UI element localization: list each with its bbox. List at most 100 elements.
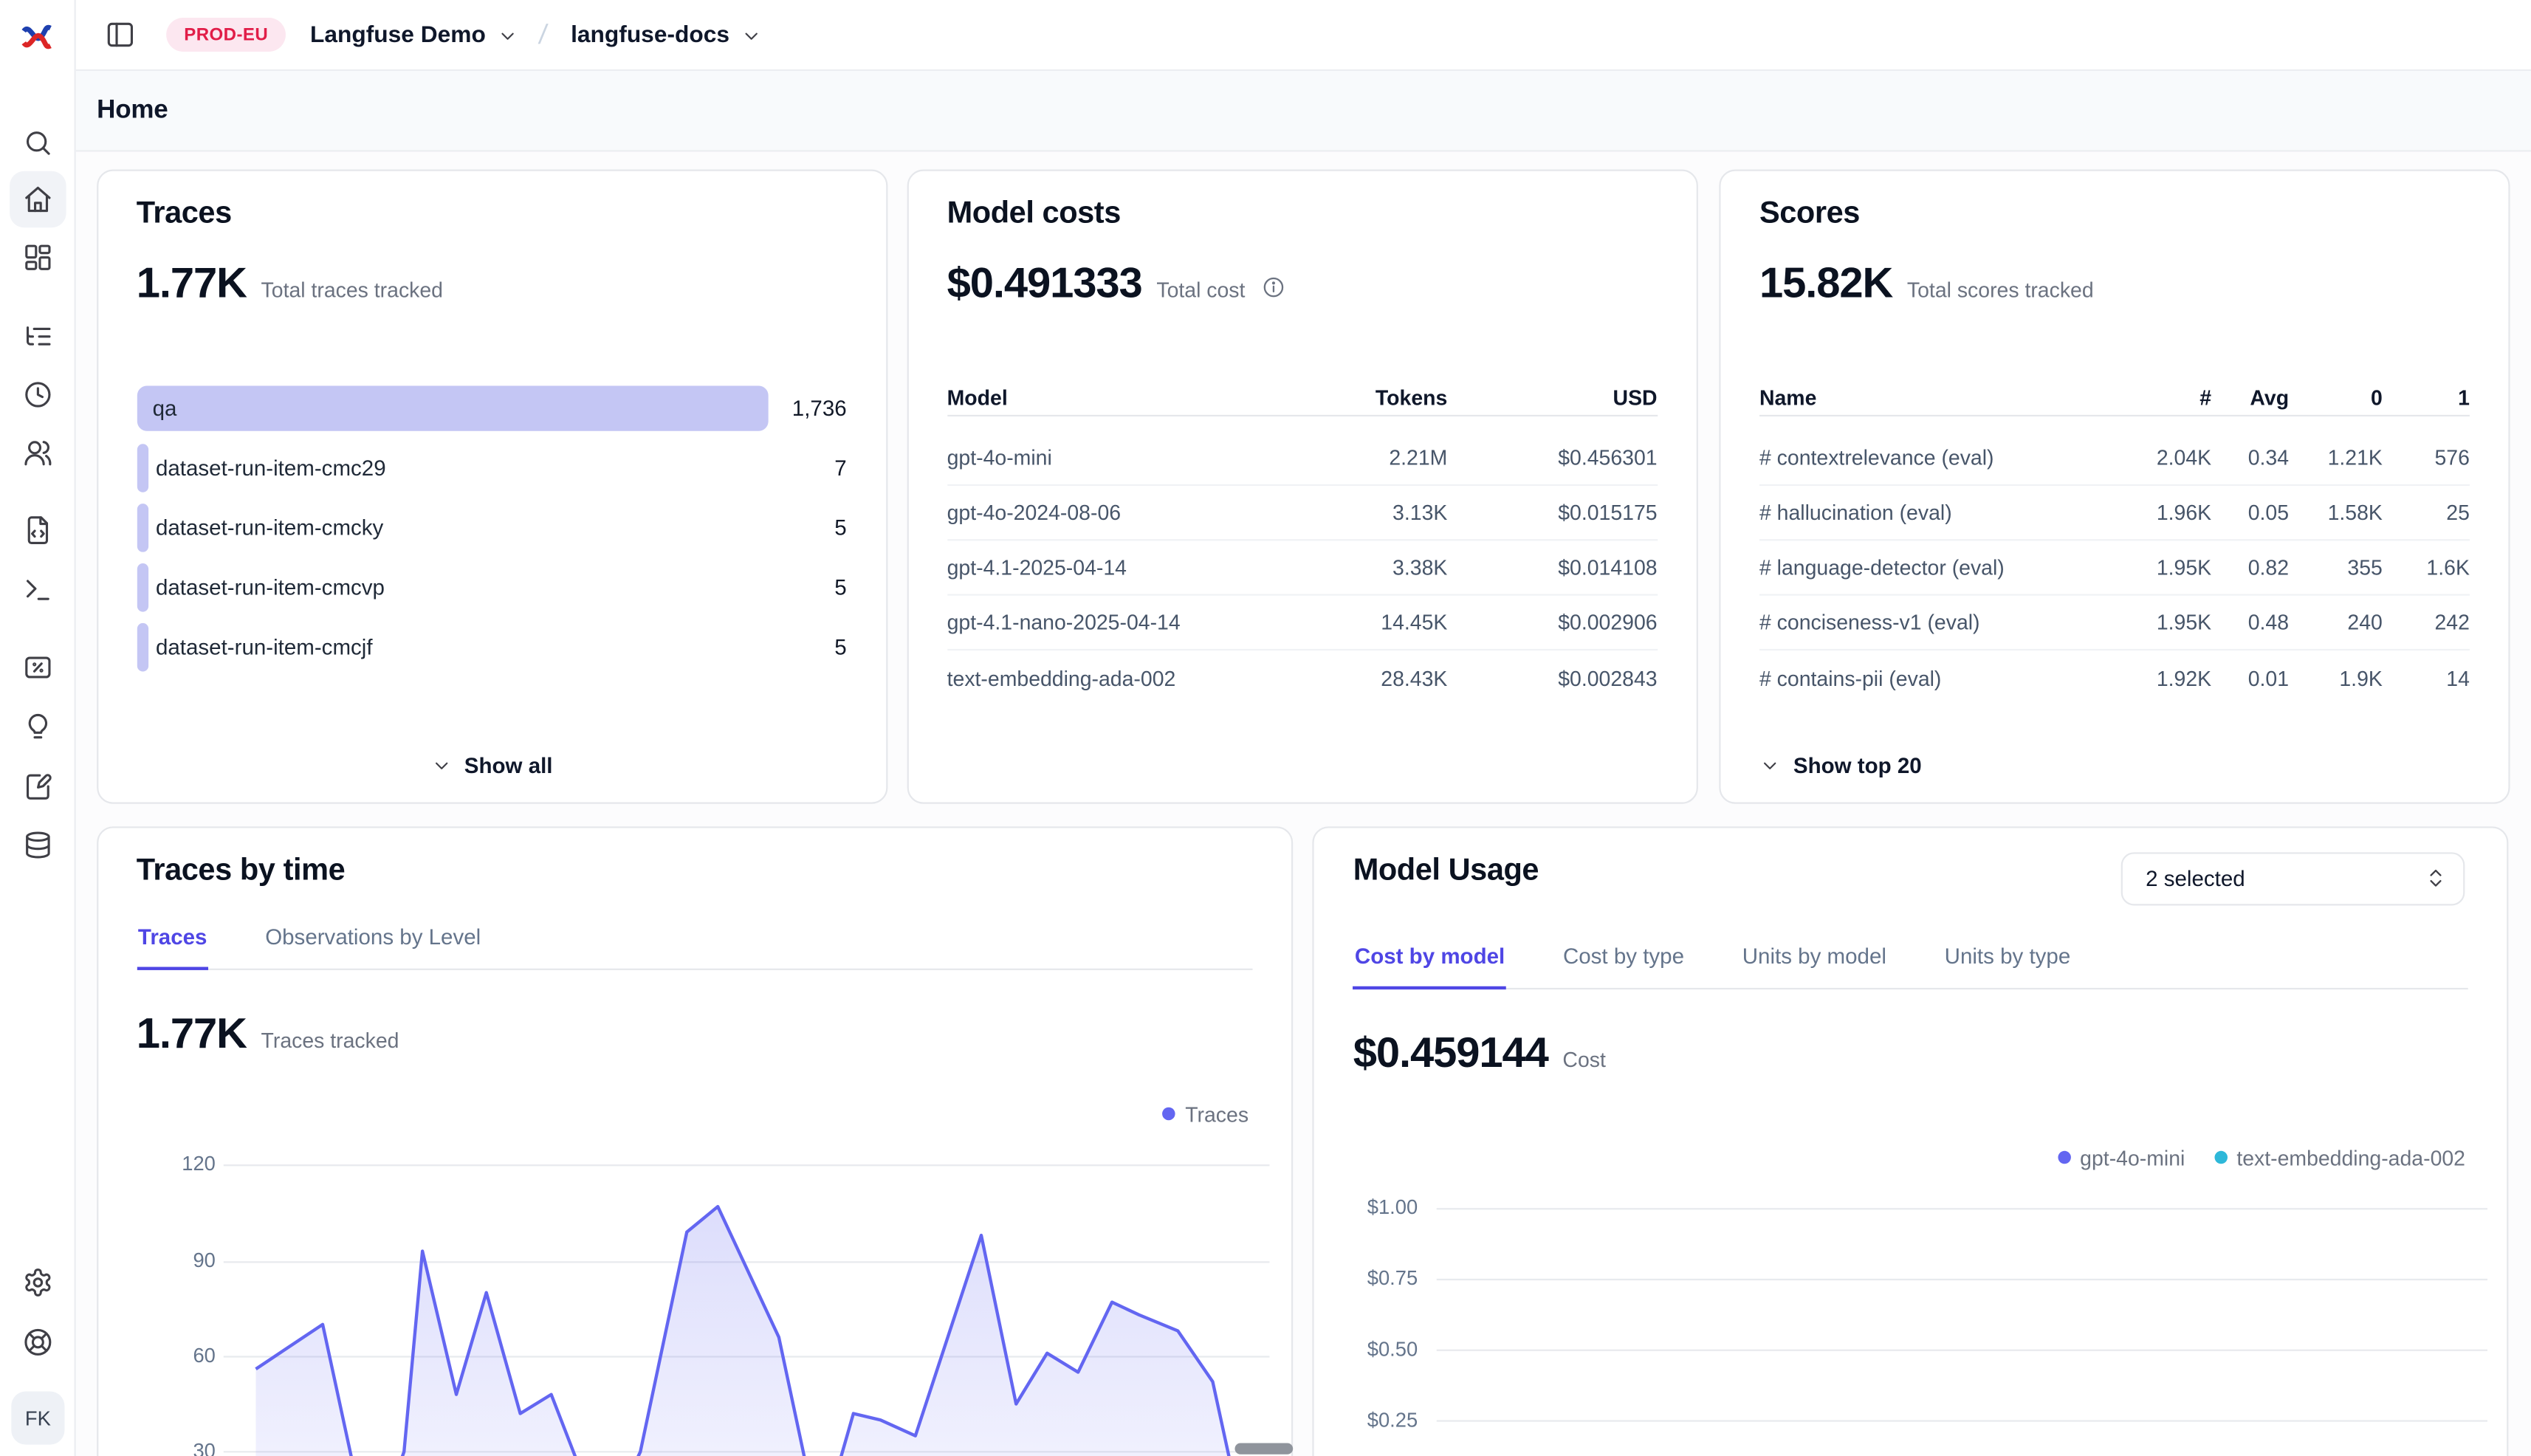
cell-model: gpt-4.1-2025-04-14: [947, 555, 1270, 580]
trace-bar-row[interactable]: dataset-run-item-cmcjf5: [137, 617, 847, 676]
cell-usd: $0.015175: [1447, 501, 1657, 525]
sidebar-item-clock[interactable]: [10, 365, 66, 422]
cell-zero: 1.21K: [2289, 445, 2383, 470]
cell-one: 25: [2383, 501, 2470, 525]
cell-avg: 0.82: [2211, 555, 2289, 580]
y-tick-label: 90: [130, 1249, 216, 1274]
breadcrumb-separator: /: [537, 18, 549, 51]
y-tick-label: $0.50: [1333, 1336, 1418, 1362]
table-header: Name#Avg01: [1759, 382, 2470, 416]
cell-tokens: 3.13K: [1270, 501, 1447, 525]
cell-name: # conciseness-v1 (eval): [1759, 610, 2115, 634]
list-tree-icon: [23, 320, 54, 351]
card-title: Traces: [137, 197, 232, 233]
cell-model: gpt-4.1-nano-2025-04-14: [947, 610, 1270, 634]
org-selector[interactable]: Langfuse Demo: [310, 22, 518, 48]
sidebar-item-percent-card[interactable]: [10, 639, 66, 696]
cell-one: 14: [2383, 666, 2470, 690]
trace-bar-row[interactable]: dataset-run-item-cmcky5: [137, 497, 847, 557]
trace-bar: [137, 563, 148, 611]
cell-avg: 0.05: [2211, 501, 2289, 525]
user-avatar[interactable]: FK: [11, 1392, 64, 1445]
langfuse-logo[interactable]: [19, 18, 55, 53]
card-title: Scores: [1759, 197, 1860, 233]
card-title: Model costs: [947, 197, 1121, 233]
show-all-button[interactable]: Show all: [430, 754, 553, 778]
cell-one: 1.6K: [2383, 555, 2470, 580]
cell-one: 576: [2383, 445, 2470, 470]
trace-count: 1,736: [792, 396, 847, 420]
traces-card: Traces 1.77K Total traces tracked qa1,73…: [96, 170, 887, 804]
cell-usd: $0.002843: [1447, 666, 1657, 690]
chevron-down-icon: [497, 25, 518, 46]
project-selector[interactable]: langfuse-docs: [571, 22, 762, 48]
scores-card: Scores 15.82K Total scores tracked Name#…: [1719, 170, 2510, 804]
score-row: # hallucination (eval)1.96K0.051.58K25: [1759, 486, 2470, 540]
model-costs-total: $0.491333 Total cost: [947, 258, 1285, 309]
trace-bar-row[interactable]: qa1,736: [137, 378, 847, 438]
model-costs-card: Model costs $0.491333 Total cost ModelTo…: [907, 170, 1697, 804]
lightbulb-icon: [23, 711, 54, 742]
cell-one: 242: [2383, 610, 2470, 634]
traces-total: 1.77K Total traces tracked: [137, 258, 443, 309]
sidebar-item-file-code[interactable]: [10, 502, 66, 559]
environment-badge: PROD-EU: [166, 18, 286, 52]
score-row: # conciseness-v1 (eval)1.95K0.48240242: [1759, 596, 2470, 650]
cell-count: 1.95K: [2115, 555, 2211, 580]
sidebar: FK: [0, 0, 76, 1456]
column-header: #: [2115, 385, 2211, 409]
settings-icon: [23, 1267, 54, 1298]
sidebar-item-terminal[interactable]: [10, 562, 66, 619]
org-name: Langfuse Demo: [310, 22, 486, 48]
topbar: PROD-EU Langfuse Demo / langfuse-docs: [76, 0, 2531, 71]
dashboard: Traces 1.77K Total traces tracked qa1,73…: [76, 152, 2531, 1456]
sidebar-toggle-button[interactable]: [98, 14, 140, 56]
trace-bar-row[interactable]: dataset-run-item-cmc297: [137, 437, 847, 497]
y-tick-label: $0.25: [1333, 1407, 1418, 1433]
terminal-icon: [23, 574, 54, 605]
table-header: ModelTokensUSD: [947, 382, 1658, 416]
cell-model: text-embedding-ada-002: [947, 666, 1270, 690]
column-header: Tokens: [1270, 385, 1447, 409]
info-icon: [1263, 276, 1285, 299]
y-tick-label: 120: [130, 1152, 216, 1178]
cell-count: 2.04K: [2115, 445, 2211, 470]
sidebar-item-settings[interactable]: [10, 1254, 66, 1311]
trace-bar: [137, 503, 148, 552]
cost-by-model-chart: [1314, 827, 2509, 1456]
sidebar-item-life-buoy[interactable]: [10, 1313, 66, 1370]
show-top-20-button[interactable]: Show top 20: [1759, 754, 1922, 778]
trace-bar-row[interactable]: dataset-run-item-cmcvp5: [137, 557, 847, 617]
notebook-pen-icon: [23, 771, 54, 802]
cell-name: # hallucination (eval): [1759, 501, 2115, 525]
sidebar-item-layout-grid[interactable]: [10, 229, 66, 286]
model-cost-row: gpt-4o-2024-08-063.13K$0.015175: [947, 486, 1658, 540]
home-icon: [23, 184, 54, 215]
sidebar-item-notebook-pen[interactable]: [10, 758, 66, 814]
sidebar-item-search[interactable]: [10, 114, 66, 171]
sidebar-item-lightbulb[interactable]: [10, 698, 66, 755]
y-tick-label: $0.75: [1333, 1266, 1418, 1291]
app: FK PROD-EU Langfuse Demo / langfuse-docs…: [0, 0, 2531, 1456]
trace-bar: [137, 443, 148, 492]
trace-count: 5: [834, 574, 846, 599]
column-header: USD: [1447, 385, 1657, 409]
cell-usd: $0.456301: [1447, 445, 1657, 470]
column-header: 0: [2289, 385, 2383, 409]
sidebar-item-users[interactable]: [10, 424, 66, 481]
cell-tokens: 2.21M: [1270, 445, 1447, 470]
project-name: langfuse-docs: [571, 22, 729, 48]
page-header: Home: [76, 71, 2531, 151]
sidebar-item-home[interactable]: [10, 171, 66, 228]
cell-zero: 1.58K: [2289, 501, 2383, 525]
horizontal-scrollbar-thumb[interactable]: [1234, 1443, 1293, 1454]
model-usage-card: Model Usage 2 selected Cost by modelCost…: [1313, 825, 2509, 1456]
sidebar-item-database[interactable]: [10, 816, 66, 873]
y-tick-label: 60: [130, 1343, 216, 1369]
chevron-down-icon: [741, 25, 761, 46]
column-header: 1: [2383, 385, 2470, 409]
trace-name: dataset-run-item-cmc29: [156, 456, 386, 480]
traces-area-chart: [97, 827, 1292, 1456]
cell-zero: 355: [2289, 555, 2383, 580]
sidebar-item-list-tree[interactable]: [10, 307, 66, 364]
